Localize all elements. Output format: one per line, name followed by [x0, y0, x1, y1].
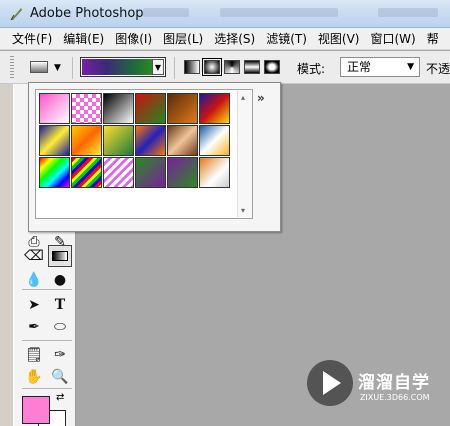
opacity-label: 不透 — [426, 62, 450, 76]
mode-value: 正常 — [347, 60, 372, 74]
options-grip[interactable] — [10, 56, 14, 80]
gradient-swatch[interactable] — [71, 157, 102, 188]
chevron-down-icon: ▼ — [407, 62, 414, 72]
mode-select[interactable]: 正常 ▼ — [340, 57, 420, 77]
menu-view[interactable]: 视图(V) — [318, 30, 360, 47]
gradient-swatch[interactable] — [167, 157, 198, 188]
gradient-swatch[interactable] — [71, 93, 102, 124]
foreground-color-swatch[interactable] — [22, 396, 50, 424]
popup-menu-button[interactable]: » — [257, 91, 265, 105]
gradient-picker-popup: ▴ ▾ » — [28, 82, 281, 232]
mode-label: 模式: — [297, 62, 326, 76]
scroll-up-icon[interactable]: ▴ — [241, 93, 245, 102]
tool-row: ⌫ — [20, 245, 76, 267]
tool-row: ✒ ⬭ — [20, 316, 76, 338]
gradient-swatch[interactable] — [71, 125, 102, 156]
menu-edit[interactable]: 编辑(E) — [63, 30, 104, 47]
gradient-swatch-grid — [39, 93, 230, 188]
gradient-swatch[interactable] — [135, 93, 166, 124]
menu-layer[interactable]: 图层(L) — [163, 30, 203, 47]
diamond-gradient-icon[interactable] — [264, 60, 280, 74]
angle-gradient-icon[interactable] — [224, 60, 240, 74]
tool-preset-picker[interactable]: ▼ — [26, 57, 68, 79]
gradient-swatch[interactable] — [103, 125, 134, 156]
menu-filter[interactable]: 滤镜(T) — [266, 30, 307, 47]
tool-separator — [22, 388, 72, 389]
zoom-tool-icon[interactable]: 🔍 — [48, 366, 72, 388]
gradient-tool-icon[interactable] — [48, 245, 72, 267]
ellipse-tool-icon[interactable]: ⬭ — [48, 316, 72, 338]
notes-tool-icon[interactable]: 🗒 — [22, 344, 46, 366]
gradient-preview — [82, 59, 152, 75]
watermark-title: 溜溜自学 — [358, 373, 430, 393]
swap-colors-icon[interactable]: ⇄ — [56, 392, 64, 403]
options-bar: ▼ ▼ 模式: 正常 ▼ 不透 — [0, 51, 450, 84]
path-selection-icon[interactable]: ➤ — [22, 294, 46, 316]
left-edge-strip — [0, 84, 13, 426]
menu-window[interactable]: 窗口(W) — [370, 30, 415, 47]
gradient-preset-list: ▴ ▾ — [35, 89, 253, 219]
popup-scrollbar[interactable]: ▴ ▾ — [237, 91, 252, 217]
gradient-tool-icon — [30, 61, 48, 73]
radial-gradient-icon[interactable] — [202, 58, 222, 76]
linear-gradient-icon[interactable] — [184, 60, 200, 74]
tool-row: ➤ T — [20, 294, 76, 316]
play-icon — [323, 371, 341, 395]
gradient-swatch[interactable] — [167, 125, 198, 156]
window-title: Adobe Photoshop — [30, 6, 144, 21]
tool-row: 🗒 ✑ — [20, 344, 76, 366]
gradient-swatch[interactable] — [103, 93, 134, 124]
gradient-swatch[interactable] — [39, 157, 70, 188]
gradient-swatch[interactable] — [199, 93, 230, 124]
gradient-swatch[interactable] — [167, 93, 198, 124]
gradient-swatch[interactable] — [135, 125, 166, 156]
eraser-tool-icon[interactable]: ⌫ — [22, 245, 46, 267]
menu-image[interactable]: 图像(I) — [115, 30, 152, 47]
title-blur — [143, 8, 189, 17]
menu-select[interactable]: 选择(S) — [214, 30, 255, 47]
gradient-swatch[interactable] — [39, 125, 70, 156]
gradient-swatch[interactable] — [39, 93, 70, 124]
type-tool-icon[interactable]: T — [48, 294, 72, 316]
tool-row: 💧 ● — [20, 269, 76, 291]
gradient-swatch[interactable] — [199, 125, 230, 156]
gradient-swatch[interactable] — [135, 157, 166, 188]
menu-file[interactable]: 文件(F) — [12, 30, 52, 47]
watermark-subtitle: ZIXUE.3D66.COM — [360, 393, 430, 402]
pen-tool-icon[interactable]: ✒ — [22, 316, 46, 338]
eyedropper-tool-icon[interactable]: ✑ — [48, 344, 72, 366]
title-bar: Adobe Photoshop — [0, 0, 450, 28]
tool-row: ✋ 🔍 — [20, 366, 76, 388]
burn-tool-icon[interactable]: ● — [48, 269, 72, 291]
tool-separator — [22, 289, 72, 290]
tool-separator — [22, 340, 72, 341]
scroll-down-icon[interactable]: ▾ — [241, 206, 245, 215]
blur-tool-icon[interactable]: 💧 — [22, 269, 46, 291]
options-separator — [174, 57, 175, 79]
photoshop-feather-icon — [10, 8, 22, 21]
chevron-down-icon: ▼ — [54, 63, 61, 73]
gradient-picker-button[interactable]: ▼ — [80, 57, 166, 77]
hand-tool-icon[interactable]: ✋ — [22, 366, 46, 388]
reflected-gradient-icon[interactable] — [244, 60, 260, 74]
menu-help[interactable]: 帮 — [427, 30, 439, 47]
gradient-swatch[interactable] — [199, 157, 230, 188]
chevron-down-icon[interactable]: ▼ — [152, 59, 164, 75]
title-blur — [220, 8, 338, 17]
gradient-swatch[interactable] — [103, 157, 134, 188]
menu-bar: 文件(F) 编辑(E) 图像(I) 图层(L) 选择(S) 滤镜(T) 视图(V… — [0, 28, 450, 50]
options-separator — [72, 57, 73, 79]
title-blur — [378, 8, 438, 17]
